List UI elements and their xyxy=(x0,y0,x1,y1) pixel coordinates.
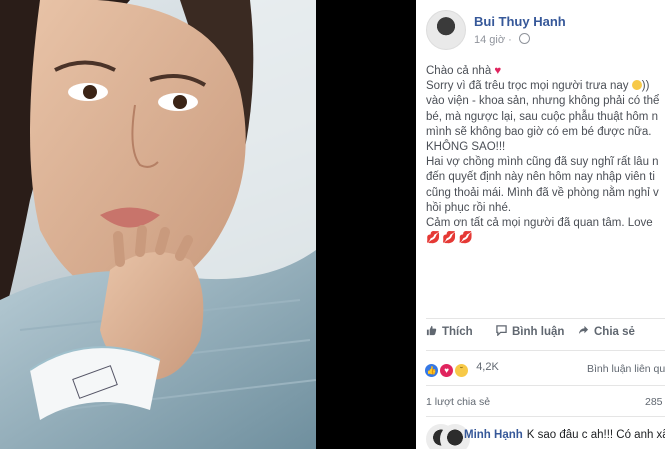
comment-author[interactable]: Minh Hạnh xyxy=(464,429,523,441)
post-line: KHÔNG SAO!!! xyxy=(426,140,506,153)
like-button[interactable]: Thích xyxy=(426,325,473,338)
post-panel: Bui Thuy Hanh 14 giờ · Chào cả nhà ♥ Sor… xyxy=(416,0,665,449)
author-avatar[interactable] xyxy=(426,10,466,50)
reaction-count: 4,2K xyxy=(476,361,499,373)
related-comments-link[interactable]: Bình luận liên quan xyxy=(587,363,665,375)
post-line: Chào cả nhà ♥ xyxy=(426,65,502,77)
post-text: Chào cả nhà ♥ Sorry vì đã trêu trọc mọi … xyxy=(426,64,665,246)
post-line: mình sẽ không bao giờ có em bé được nữa. xyxy=(426,125,652,138)
thumb-up-icon xyxy=(426,325,437,336)
shares-number: 285 xyxy=(645,396,663,408)
post-photo[interactable] xyxy=(0,0,316,449)
author-name[interactable]: Bui Thuy Hanh xyxy=(474,14,566,29)
post-line: hồi phục rồi nhé. xyxy=(426,201,512,214)
post-line: bé, mà ngược lại, sau cuộc phẫu thuật hô… xyxy=(426,110,658,123)
heart-icon: ♥ xyxy=(494,65,502,77)
post-line: 💋💋💋 xyxy=(426,231,665,246)
comment: Minh Hạnh K sao đâu c ah!!! Có anh xã xyxy=(464,429,665,441)
divider xyxy=(426,416,665,417)
divider xyxy=(426,318,665,319)
shares-link[interactable]: 1 lượt chia sẻ xyxy=(426,396,490,408)
comment-icon xyxy=(496,325,507,336)
like-reaction-icon: 👍 xyxy=(424,363,439,378)
post-time[interactable]: 14 giờ xyxy=(474,34,505,46)
comment-text: K sao đâu c ah!!! Có anh xã xyxy=(526,429,665,441)
viewer-backdrop xyxy=(316,0,416,449)
globe-icon xyxy=(518,33,530,44)
post-meta: 14 giờ · xyxy=(474,33,530,46)
smile-icon xyxy=(631,80,642,91)
post-line: cũng thoải mái. Mình đã về phòng nằm ngh… xyxy=(426,186,659,199)
comment-button[interactable]: Bình luận xyxy=(496,325,564,338)
share-icon xyxy=(578,325,589,335)
share-button[interactable]: Chia sẻ xyxy=(578,325,635,338)
post-line: đến quyết định này nên hôm nay nhập viên… xyxy=(426,171,655,184)
kiss-icons: 💋💋💋 xyxy=(426,232,475,245)
divider xyxy=(426,385,665,386)
sad-reaction-icon: ˘ xyxy=(454,363,470,378)
love-reaction-icon: ♥ xyxy=(439,363,455,378)
reaction-summary[interactable]: 👍 ♥ ˘ 4,2K xyxy=(424,361,499,378)
post-line: Sorry vì đã trêu trọc mọi người trưa nay… xyxy=(426,80,650,93)
photo-illustration xyxy=(0,0,316,449)
divider xyxy=(426,350,665,351)
post-line: vào viện - khoa sản, nhưng không phải có… xyxy=(426,95,660,108)
post-line: Cảm ơn tất cả mọi người đã quan tâm. Lov… xyxy=(426,216,653,229)
post-line: Hai vợ chồng mình cũng đã suy nghĩ rất l… xyxy=(426,156,659,169)
